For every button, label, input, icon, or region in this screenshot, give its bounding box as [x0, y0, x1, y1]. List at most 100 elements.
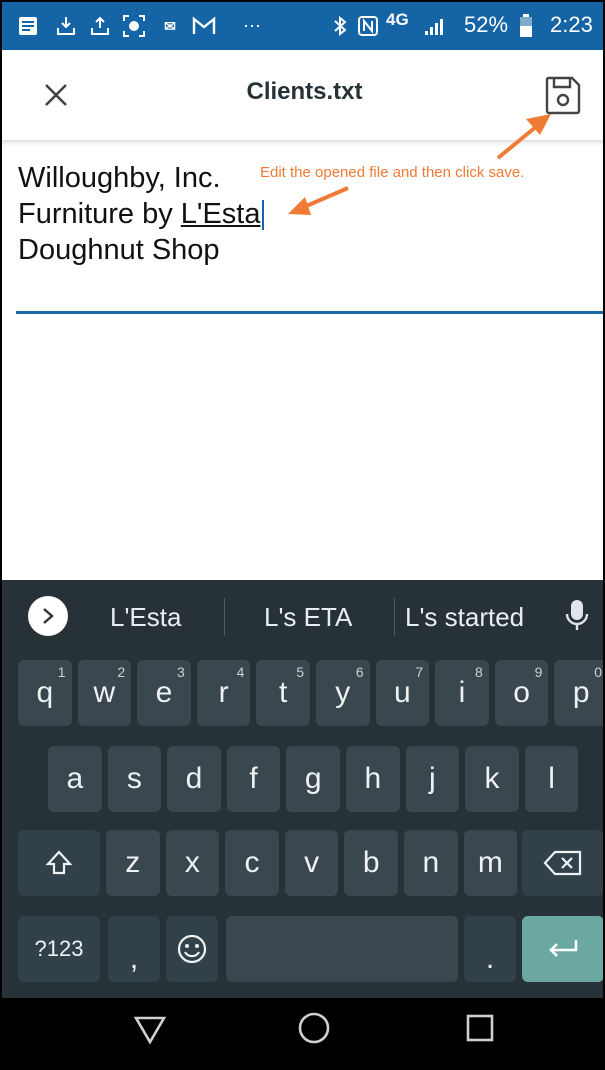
- key-t[interactable]: t5: [256, 660, 310, 726]
- key-k[interactable]: k: [465, 746, 519, 812]
- signal-icon: [422, 14, 446, 38]
- emoji-key[interactable]: [166, 916, 218, 982]
- symbols-key[interactable]: ?123: [18, 916, 100, 982]
- key-o[interactable]: o9: [494, 660, 549, 726]
- suggestion-divider: [224, 598, 225, 636]
- back-button[interactable]: [132, 1012, 168, 1048]
- key-h[interactable]: h: [346, 746, 400, 812]
- key-label: e: [155, 676, 173, 709]
- suggestion-divider: [394, 598, 395, 636]
- shift-icon: [45, 850, 73, 875]
- key-label: o: [513, 676, 530, 709]
- home-button[interactable]: [296, 1010, 332, 1046]
- key-number-hint: 5: [296, 664, 304, 680]
- editor-line-text: Furniture by: [18, 198, 181, 230]
- network-type: 4G: [386, 10, 409, 29]
- key-x[interactable]: x: [165, 830, 220, 896]
- backspace-icon: [543, 850, 582, 876]
- key-label: s: [126, 762, 142, 795]
- period-key[interactable]: .: [464, 916, 516, 982]
- instruction-annotation: Edit the opened file and then click save…: [260, 164, 525, 181]
- key-label: a: [66, 762, 84, 795]
- key-q[interactable]: q1: [18, 660, 72, 726]
- key-u[interactable]: u7: [375, 660, 430, 726]
- key-v[interactable]: v: [284, 830, 339, 896]
- key-c[interactable]: c: [225, 830, 279, 896]
- suggestion-2[interactable]: L's ETA: [264, 602, 352, 633]
- key-f[interactable]: f: [226, 746, 281, 812]
- key-label: z: [125, 846, 141, 879]
- shift-key[interactable]: [18, 830, 100, 896]
- key-label: p: [572, 676, 590, 709]
- key-d[interactable]: d: [167, 746, 221, 812]
- key-label: f: [249, 762, 258, 795]
- comma-label: ,: [129, 942, 139, 975]
- backspace-key[interactable]: [522, 830, 603, 896]
- save-button[interactable]: [540, 72, 586, 118]
- battery-percent: 52%: [464, 12, 509, 37]
- recents-button[interactable]: [464, 1012, 496, 1044]
- enter-icon: [549, 940, 578, 957]
- status-bar: ✉ ⋯ 4G 52% 2:23: [2, 2, 603, 50]
- key-label: t: [279, 676, 288, 709]
- battery-icon: [514, 14, 538, 38]
- key-e[interactable]: e3: [137, 660, 191, 726]
- key-label: g: [304, 762, 322, 795]
- more-notifications-icon: ⋯: [243, 16, 261, 36]
- key-n[interactable]: n: [404, 830, 458, 896]
- suggestion-3[interactable]: L's started: [405, 602, 524, 633]
- back-triangle-icon: [133, 1016, 167, 1045]
- notification-icon: [16, 14, 40, 38]
- key-label: l: [548, 762, 555, 795]
- key-l[interactable]: l: [524, 746, 579, 812]
- key-label: k: [484, 762, 500, 795]
- chevron-right-icon: [43, 608, 54, 624]
- key-label: j: [429, 762, 436, 795]
- key-label: w: [93, 676, 116, 709]
- app-bar: Clients.txt: [2, 50, 603, 142]
- space-bar[interactable]: [226, 916, 458, 982]
- text-cursor: [261, 200, 264, 231]
- key-b[interactable]: b: [344, 830, 398, 896]
- key-number-hint: 2: [117, 664, 126, 680]
- editor-line: Furniture by L'Esta: [18, 196, 598, 232]
- microphone-icon: [565, 600, 589, 630]
- suggestion-1[interactable]: L'Esta: [110, 602, 181, 633]
- comma-key[interactable]: ,: [108, 916, 160, 982]
- key-label: d: [185, 762, 203, 795]
- key-j[interactable]: j: [405, 746, 460, 812]
- key-r[interactable]: r4: [196, 660, 251, 726]
- composing-word: L'Esta: [180, 198, 261, 230]
- key-z[interactable]: z: [106, 830, 160, 896]
- key-y[interactable]: y6: [316, 660, 370, 726]
- gmail-icon: [192, 14, 216, 38]
- key-label: v: [304, 846, 320, 879]
- enter-key[interactable]: [522, 916, 603, 982]
- key-number-hint: 0: [594, 664, 602, 680]
- expand-toolbar-button[interactable]: [28, 596, 68, 636]
- key-p[interactable]: p0: [554, 660, 603, 726]
- navigation-bar: [2, 998, 603, 1068]
- key-w[interactable]: w2: [77, 660, 132, 726]
- emoji-icon: [177, 934, 207, 964]
- clock: 2:23: [550, 12, 593, 37]
- screen: ✉ ⋯ 4G 52% 2:23 Clients.txt Willoughby, …: [0, 0, 605, 1070]
- key-label: h: [364, 762, 382, 795]
- key-label: x: [184, 846, 200, 879]
- key-a[interactable]: a: [48, 746, 102, 812]
- key-number-hint: 8: [474, 664, 483, 680]
- key-label: u: [394, 676, 411, 709]
- bluetooth-icon: [328, 14, 352, 38]
- key-label: b: [362, 846, 380, 879]
- key-label: i: [458, 676, 466, 709]
- key-number-hint: 3: [176, 664, 185, 680]
- key-g[interactable]: g: [286, 746, 340, 812]
- file-title: Clients.txt: [246, 78, 363, 105]
- microphone-button[interactable]: [562, 596, 592, 636]
- key-label: y: [335, 676, 351, 709]
- key-m[interactable]: m: [463, 830, 518, 896]
- key-i[interactable]: i8: [435, 660, 489, 726]
- key-number-hint: 9: [534, 664, 543, 680]
- suggestion-strip: L'Esta L's ETA L's started: [2, 580, 603, 652]
- key-s[interactable]: s: [107, 746, 162, 812]
